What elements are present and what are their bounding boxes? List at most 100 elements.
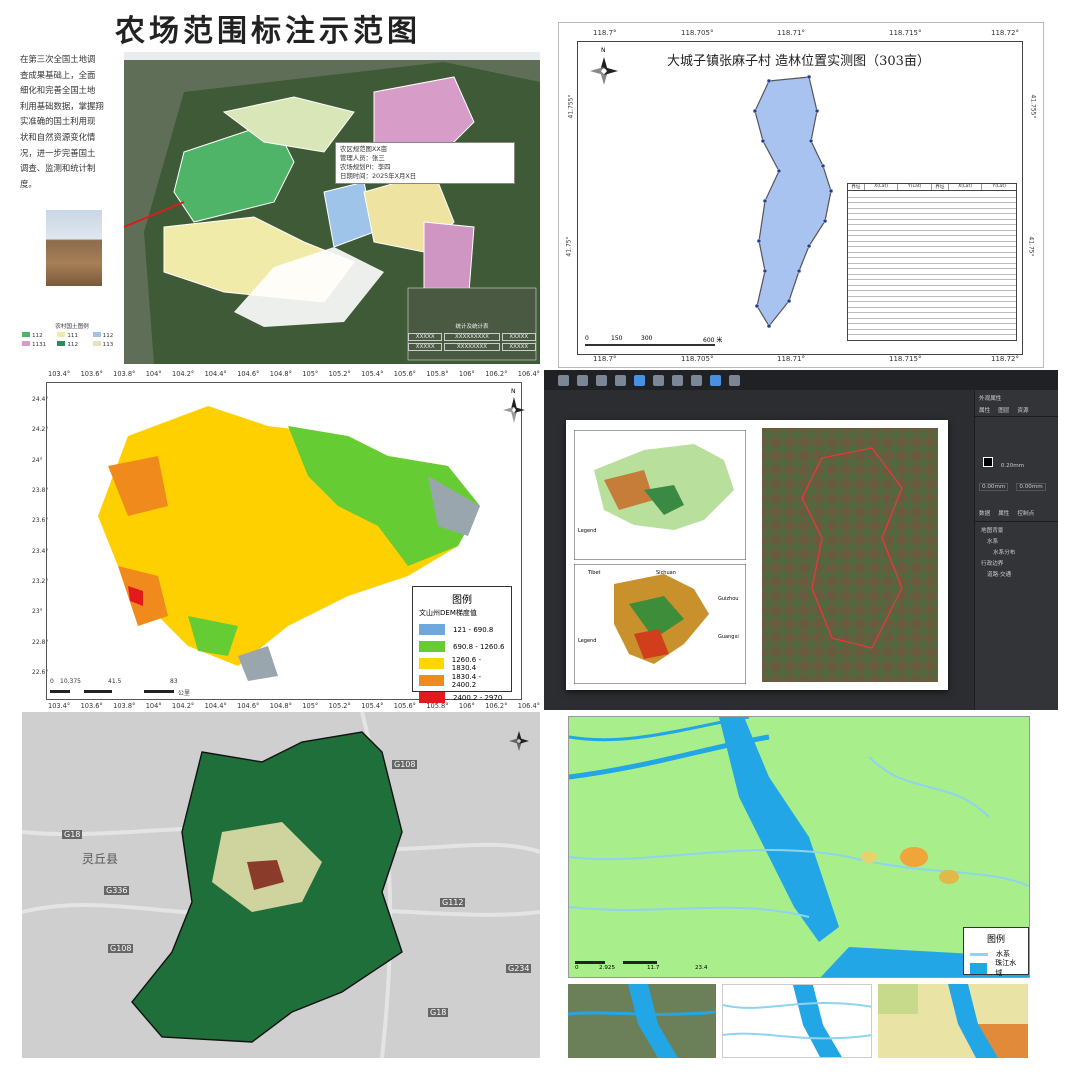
text-icon[interactable] — [653, 374, 664, 386]
river-legend-item: 珠江水域 — [970, 959, 1022, 977]
layout-icon[interactable] — [729, 374, 740, 386]
dem-legend-item: 2400.2 - 2970 — [419, 689, 505, 706]
select-icon[interactable] — [615, 374, 626, 386]
size-fields: 0.00mm 0.00mm — [975, 469, 1058, 491]
lon-tick: 118.715° — [889, 29, 922, 37]
undo-icon[interactable] — [558, 374, 569, 386]
tab-data[interactable]: 数据 — [979, 509, 990, 517]
lon-tick: 118.71° — [777, 355, 805, 363]
table-rows — [848, 192, 1016, 340]
properties-title: 外观属性 — [979, 396, 1002, 402]
farm-stats-table: 统计及统计表 XXXXX XXXXXXXXX XXXXX XXXXX XXXXX… — [408, 322, 536, 362]
farm-map-title: 农场范围标注示范图 — [115, 14, 421, 49]
legend-swatch — [419, 692, 445, 703]
panel-pearl-river-map: 图例 水系 珠江水域 0 2.925 11.7 23.4 — [568, 716, 1030, 978]
road-shield-g112: G112 — [440, 898, 466, 907]
dem-lon-ticks-top: 103.4° 103.6° 103.8° 104° 104.2° 104.4° 104.6… — [48, 370, 540, 378]
lat-tick: 41.755° — [1029, 94, 1037, 119]
editor-toolbar — [544, 370, 1058, 390]
farm-satellite-map — [124, 52, 540, 364]
legend-code: 112 — [22, 332, 51, 339]
layer-item[interactable]: 水系分布 — [981, 548, 1052, 559]
panel-wenshan-dem-map: 103.4° 103.6° 103.8° 104° 104.2° 104.4° 104.6… — [28, 366, 540, 718]
legend-code: 113 — [92, 341, 122, 348]
dem-legend-item: 121 - 690.8 — [419, 621, 505, 638]
tab-attributes[interactable]: 属性 — [979, 406, 990, 414]
scale-bar: 0 150 300 600 米 — [585, 335, 723, 346]
farm-map-description: 在第三次全国土地调 查成果基础上，全面 细化和完善全国土地 利用基础数据，掌握翔… — [20, 54, 104, 189]
dem-legend-subtitle: 文山州DEM梯度值 — [419, 609, 477, 617]
zoom-icon[interactable] — [710, 374, 721, 386]
river-legend-title: 图例 — [986, 935, 1005, 945]
thumbnail-water-network[interactable] — [722, 984, 872, 1058]
legend-code: 1131 — [22, 341, 51, 348]
legend-swatch — [419, 641, 445, 652]
dem-scale-bar: 0 10.375 41.5 83 公里 — [50, 678, 191, 697]
legend-code: 112 — [57, 341, 86, 348]
survey-map-title: 大城子镇张麻子村 造林位置实测图（303亩） — [667, 54, 930, 69]
panel-lingqiu-landuse-map: 灵丘县 G108 G18 G336 G108 G112 G234 G18 — [22, 712, 540, 1058]
farm-landuse-legend: 农村国土图例 112 111 112 1131 112 113 — [22, 322, 122, 364]
tab-properties[interactable]: 属性 — [998, 509, 1009, 517]
tab-resources[interactable]: 资源 — [1017, 406, 1028, 414]
properties-panel: 外观属性 属性 图层 资源 0.20mm 0.00mm 0.00mm 数据 属性… — [974, 390, 1058, 710]
thumbnail-satellite[interactable] — [568, 984, 716, 1058]
dem-lat-ticks-left: 24.4° 24.2° 24° 23.8° 23.6° 23.4° 23.2° 23° 22.… — [32, 396, 49, 676]
afforestation-parcel — [752, 74, 834, 329]
lon-tick: 118.705° — [681, 29, 714, 37]
lat-tick: 41.755° — [567, 94, 575, 119]
size-field-x[interactable]: 0.00mm — [979, 483, 1009, 491]
lat-tick: 41.75° — [1027, 236, 1035, 257]
lon-tick: 118.72° — [991, 29, 1019, 37]
section-tabs: 数据 属性 控制点 — [975, 491, 1058, 522]
region-label-sichuan: Sichuan — [656, 570, 676, 576]
lat-tick: 41.75° — [565, 236, 573, 257]
road-shield-g336: G336 — [104, 886, 130, 895]
legend-code: 112 — [92, 332, 122, 339]
redo-icon[interactable] — [577, 374, 588, 386]
lon-tick: 118.7° — [593, 29, 617, 37]
thumbnail-landuse[interactable] — [878, 984, 1028, 1058]
layer-icon[interactable] — [691, 374, 702, 386]
inset-china-map — [574, 430, 746, 560]
road-shield-g18-west: G18 — [62, 830, 83, 839]
properties-tabs: 属性 图层 资源 — [975, 404, 1058, 417]
legend-swatch — [419, 624, 445, 635]
crop-icon[interactable] — [596, 374, 607, 386]
tab-control-points[interactable]: 控制点 — [1017, 509, 1034, 517]
size-field-y[interactable]: 0.00mm — [1016, 483, 1046, 491]
layer-item[interactable]: 道路·交通 — [981, 570, 1052, 581]
county-label: 灵丘县 — [82, 852, 119, 866]
boundary-coordinate-table: 界址 X(Lat) Y(Lat) 界址 X(Lat) Y(Lat) — [847, 183, 1017, 341]
tab-layers[interactable]: 图层 — [998, 406, 1009, 414]
inset-satellite-map — [762, 428, 938, 682]
lon-tick: 118.7° — [593, 355, 617, 363]
dem-legend: 图例 文山州DEM梯度值 121 - 690.8 690.8 - 1260.6 … — [412, 586, 512, 703]
layer-item[interactable]: 地图背景 — [981, 526, 1052, 537]
road-shield-g18-east: G18 — [428, 1008, 449, 1017]
inset-legend-label: Legend — [578, 638, 597, 644]
stroke-width-value[interactable]: 0.20mm — [1001, 463, 1024, 469]
layer-item[interactable]: 水系 — [981, 537, 1052, 548]
road-shield-g108-south: G108 — [108, 944, 134, 953]
align-icon[interactable] — [672, 374, 683, 386]
panel-farm-boundary-map: 农场范围标注示范图 在第三次全国土地调 查成果基础上，全面 细化和完善全国土地 … — [0, 0, 545, 367]
shape-icon[interactable] — [634, 374, 645, 386]
river-scale-bar: 0 2.925 11.7 23.4 — [575, 961, 725, 975]
road-shield-g234: G234 — [506, 964, 532, 973]
region-label-guizhou: Guizhou — [718, 596, 739, 602]
panel-map-editor-window: Legend Legend Tibet Sichuan Guizhou Guan… — [544, 370, 1058, 710]
region-label-guangxi: Guangxi — [718, 634, 739, 640]
inset-yunnan-dem — [574, 564, 746, 684]
lon-tick: 118.715° — [889, 355, 922, 363]
north-arrow: N — [589, 47, 619, 89]
legend-swatch — [419, 658, 444, 669]
legend-code: 111 — [57, 332, 86, 339]
pearl-river-water-map — [569, 717, 1029, 977]
lon-tick: 118.71° — [777, 29, 805, 37]
dem-legend-title: 图例 — [452, 595, 472, 606]
layer-item[interactable]: 行政边界 — [981, 559, 1052, 570]
legend-swatch — [970, 962, 988, 974]
farm-info-callout: 农区规范图XX亩 管理人员：张三 农场规划PI：李四 日期时间：2025年X月X… — [335, 142, 515, 184]
stroke-color-swatch[interactable] — [983, 457, 993, 467]
